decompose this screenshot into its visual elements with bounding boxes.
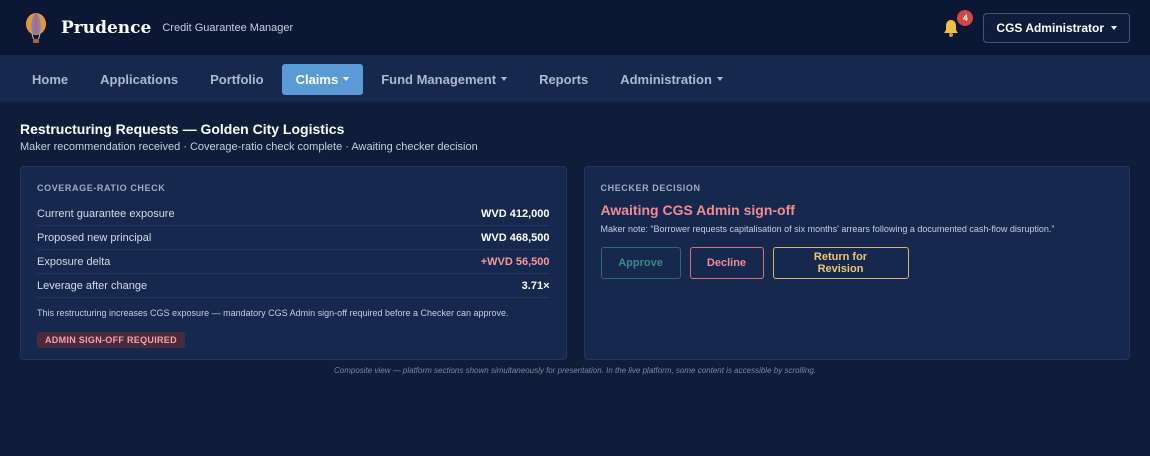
user-menu-label: CGS Administrator bbox=[996, 20, 1104, 35]
coverage-note: This restructuring increases CGS exposur… bbox=[37, 308, 509, 318]
page-subtitle: Maker recommendation received · Coverage… bbox=[20, 141, 478, 153]
page-title: Restructuring Requests — Golden City Log… bbox=[20, 121, 345, 137]
nav-label: Fund Management bbox=[381, 71, 497, 87]
coverage-row-value: +WVD 56,500 bbox=[480, 255, 550, 268]
coverage-section-label: COVERAGE-RATIO CHECK bbox=[37, 183, 166, 193]
return-for-revision-button[interactable]: Return for Revision bbox=[772, 247, 909, 279]
coverage-ratio-card: COVERAGE-RATIO CHECK Current guarantee e… bbox=[20, 166, 567, 360]
chevron-down-icon bbox=[343, 77, 350, 81]
nav-home[interactable]: Home bbox=[18, 64, 82, 95]
checker-decision-card: CHECKER DECISION Awaiting CGS Admin sign… bbox=[583, 166, 1130, 360]
nav-applications[interactable]: Applications bbox=[86, 64, 192, 95]
chevron-down-icon bbox=[716, 77, 723, 81]
chevron-down-icon bbox=[501, 77, 508, 81]
nav-label: Applications bbox=[100, 71, 179, 87]
coverage-row-value: WVD 468,500 bbox=[481, 231, 550, 244]
main-content: Restructuring Requests — Golden City Log… bbox=[0, 102, 1150, 375]
nav-label: Portfolio bbox=[210, 71, 264, 87]
admin-signoff-badge: ADMIN SIGN-OFF REQUIRED bbox=[37, 332, 185, 348]
top-bar: Prudence Credit Guarantee Manager 4 CGS … bbox=[0, 0, 1150, 56]
nav-label: Administration bbox=[620, 71, 712, 87]
coverage-row-value: 3.71× bbox=[521, 279, 550, 292]
brand-tagline: Credit Guarantee Manager bbox=[162, 21, 294, 34]
nav-label: Home bbox=[32, 71, 69, 87]
cards-row: COVERAGE-RATIO CHECK Current guarantee e… bbox=[20, 166, 1130, 360]
composite-view-footnote: Composite view — platform sections shown… bbox=[334, 366, 816, 375]
coverage-row-label: Proposed new principal bbox=[37, 231, 152, 244]
user-menu-button[interactable]: CGS Administrator bbox=[983, 12, 1130, 43]
nav-label: Reports bbox=[539, 71, 589, 87]
notification-count-badge: 4 bbox=[957, 9, 974, 26]
decline-button[interactable]: Decline bbox=[689, 247, 764, 279]
decision-actions: Approve Decline Return for Revision bbox=[600, 247, 1114, 279]
approve-button[interactable]: Approve bbox=[600, 247, 681, 279]
hot-air-balloon-logo-icon bbox=[26, 12, 46, 43]
coverage-row: Current guarantee exposure WVD 412,000 bbox=[37, 202, 550, 226]
nav-fund-management[interactable]: Fund Management bbox=[367, 64, 521, 95]
coverage-row: Proposed new principal WVD 468,500 bbox=[37, 226, 550, 250]
nav-label: Claims bbox=[295, 71, 339, 87]
chevron-down-icon bbox=[1111, 25, 1117, 30]
coverage-row: Leverage after change 3.71× bbox=[37, 274, 550, 298]
coverage-row-label: Current guarantee exposure bbox=[37, 207, 175, 220]
nav-reports[interactable]: Reports bbox=[525, 64, 602, 95]
nav-administration[interactable]: Administration bbox=[606, 64, 737, 95]
nav-portfolio[interactable]: Portfolio bbox=[196, 64, 277, 95]
coverage-row: Exposure delta +WVD 56,500 bbox=[37, 250, 550, 274]
main-nav: Home Applications Portfolio Claims Fund … bbox=[0, 56, 1150, 102]
nav-claims[interactable]: Claims bbox=[281, 63, 364, 95]
decision-status: Awaiting CGS Admin sign-off bbox=[600, 202, 795, 218]
notifications-button[interactable]: 4 bbox=[939, 9, 974, 42]
decision-section-label: CHECKER DECISION bbox=[600, 183, 701, 193]
coverage-row-label: Leverage after change bbox=[37, 279, 148, 292]
maker-note: Maker note: “Borrower requests capitalis… bbox=[600, 224, 1055, 234]
coverage-row-label: Exposure delta bbox=[37, 255, 111, 268]
brand-name: Prudence bbox=[61, 17, 152, 38]
coverage-row-value: WVD 412,000 bbox=[481, 207, 550, 220]
